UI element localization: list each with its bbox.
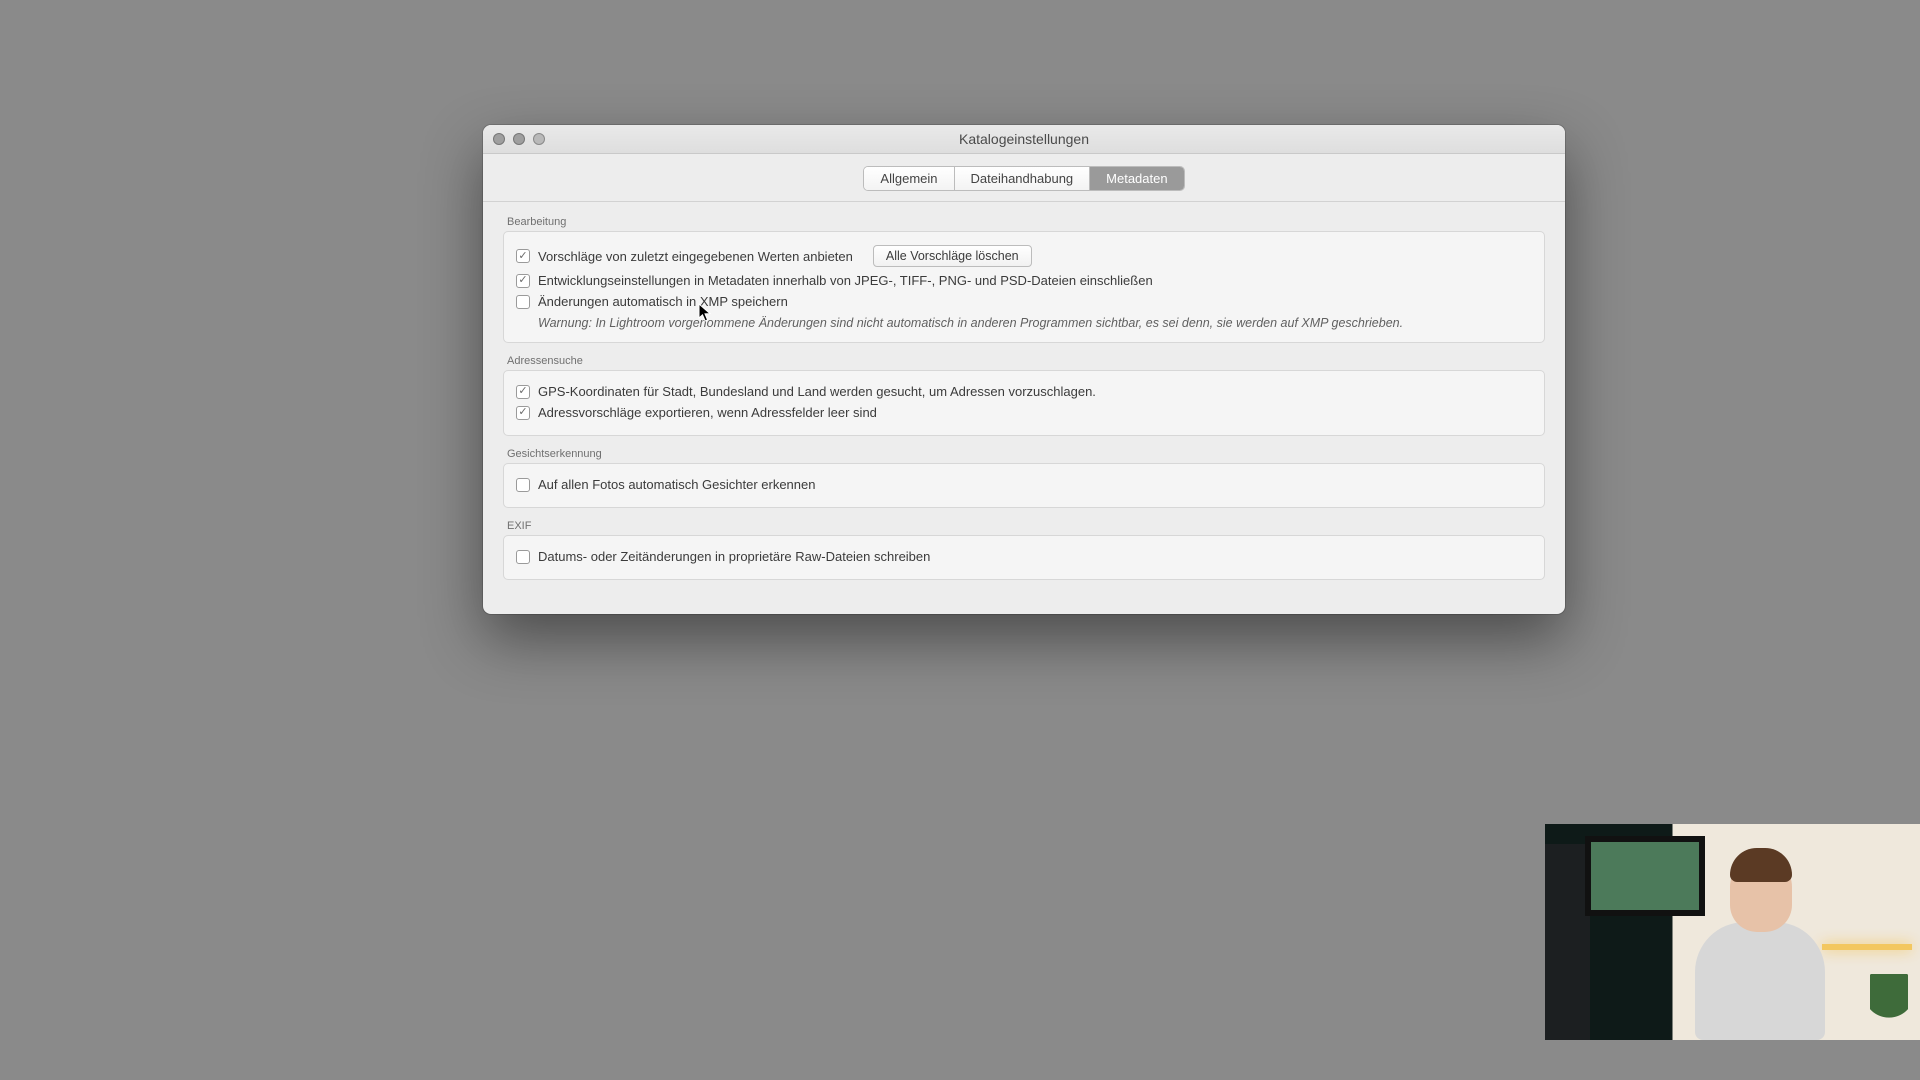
- section-title-address: Adressensuche: [507, 355, 1541, 367]
- label-suggestions: Vorschläge von zuletzt eingegebenen Wert…: [538, 249, 853, 264]
- label-export-address: Adressvorschläge exportieren, wenn Adres…: [538, 405, 877, 420]
- checkbox-suggestions[interactable]: [516, 249, 530, 263]
- window-title: Katalogeinstellungen: [959, 131, 1089, 147]
- catalog-settings-window: Katalogeinstellungen Allgemein Dateihand…: [483, 125, 1565, 614]
- section-exif: Datums- oder Zeitänderungen in proprietä…: [503, 535, 1545, 580]
- checkbox-dev-settings[interactable]: [516, 274, 530, 288]
- presenter-camera: [1545, 824, 1920, 1040]
- clear-suggestions-button[interactable]: Alle Vorschläge löschen: [873, 245, 1032, 267]
- content-area: Bearbeitung Vorschläge von zuletzt einge…: [483, 202, 1565, 614]
- checkbox-export-address[interactable]: [516, 406, 530, 420]
- section-editing: Vorschläge von zuletzt eingegebenen Wert…: [503, 231, 1545, 343]
- label-face-detect: Auf allen Fotos automatisch Gesichter er…: [538, 477, 815, 492]
- minimize-icon[interactable]: [513, 133, 525, 145]
- label-xmp-auto: Änderungen automatisch in XMP speichern: [538, 294, 788, 309]
- section-title-face: Gesichtserkennung: [507, 448, 1541, 460]
- zoom-icon[interactable]: [533, 133, 545, 145]
- tab-metadata[interactable]: Metadaten: [1090, 167, 1183, 190]
- window-controls: [493, 133, 545, 145]
- section-title-editing: Bearbeitung: [507, 216, 1541, 228]
- checkbox-face-detect[interactable]: [516, 478, 530, 492]
- tab-file-handling[interactable]: Dateihandhabung: [955, 167, 1091, 190]
- titlebar: Katalogeinstellungen: [483, 125, 1565, 154]
- section-address: GPS-Koordinaten für Stadt, Bundesland un…: [503, 370, 1545, 436]
- checkbox-xmp-auto[interactable]: [516, 295, 530, 309]
- section-title-exif: EXIF: [507, 520, 1541, 532]
- close-icon[interactable]: [493, 133, 505, 145]
- tab-bar: Allgemein Dateihandhabung Metadaten: [483, 154, 1565, 202]
- checkbox-exif-date[interactable]: [516, 550, 530, 564]
- tab-general[interactable]: Allgemein: [864, 167, 954, 190]
- checkbox-gps-lookup[interactable]: [516, 385, 530, 399]
- section-face: Auf allen Fotos automatisch Gesichter er…: [503, 463, 1545, 508]
- label-gps-lookup: GPS-Koordinaten für Stadt, Bundesland un…: [538, 384, 1096, 399]
- label-exif-date: Datums- oder Zeitänderungen in proprietä…: [538, 549, 930, 564]
- xmp-warning-text: Warnung: In Lightroom vorgenommene Änder…: [516, 312, 1532, 330]
- label-dev-settings: Entwicklungseinstellungen in Metadaten i…: [538, 273, 1153, 288]
